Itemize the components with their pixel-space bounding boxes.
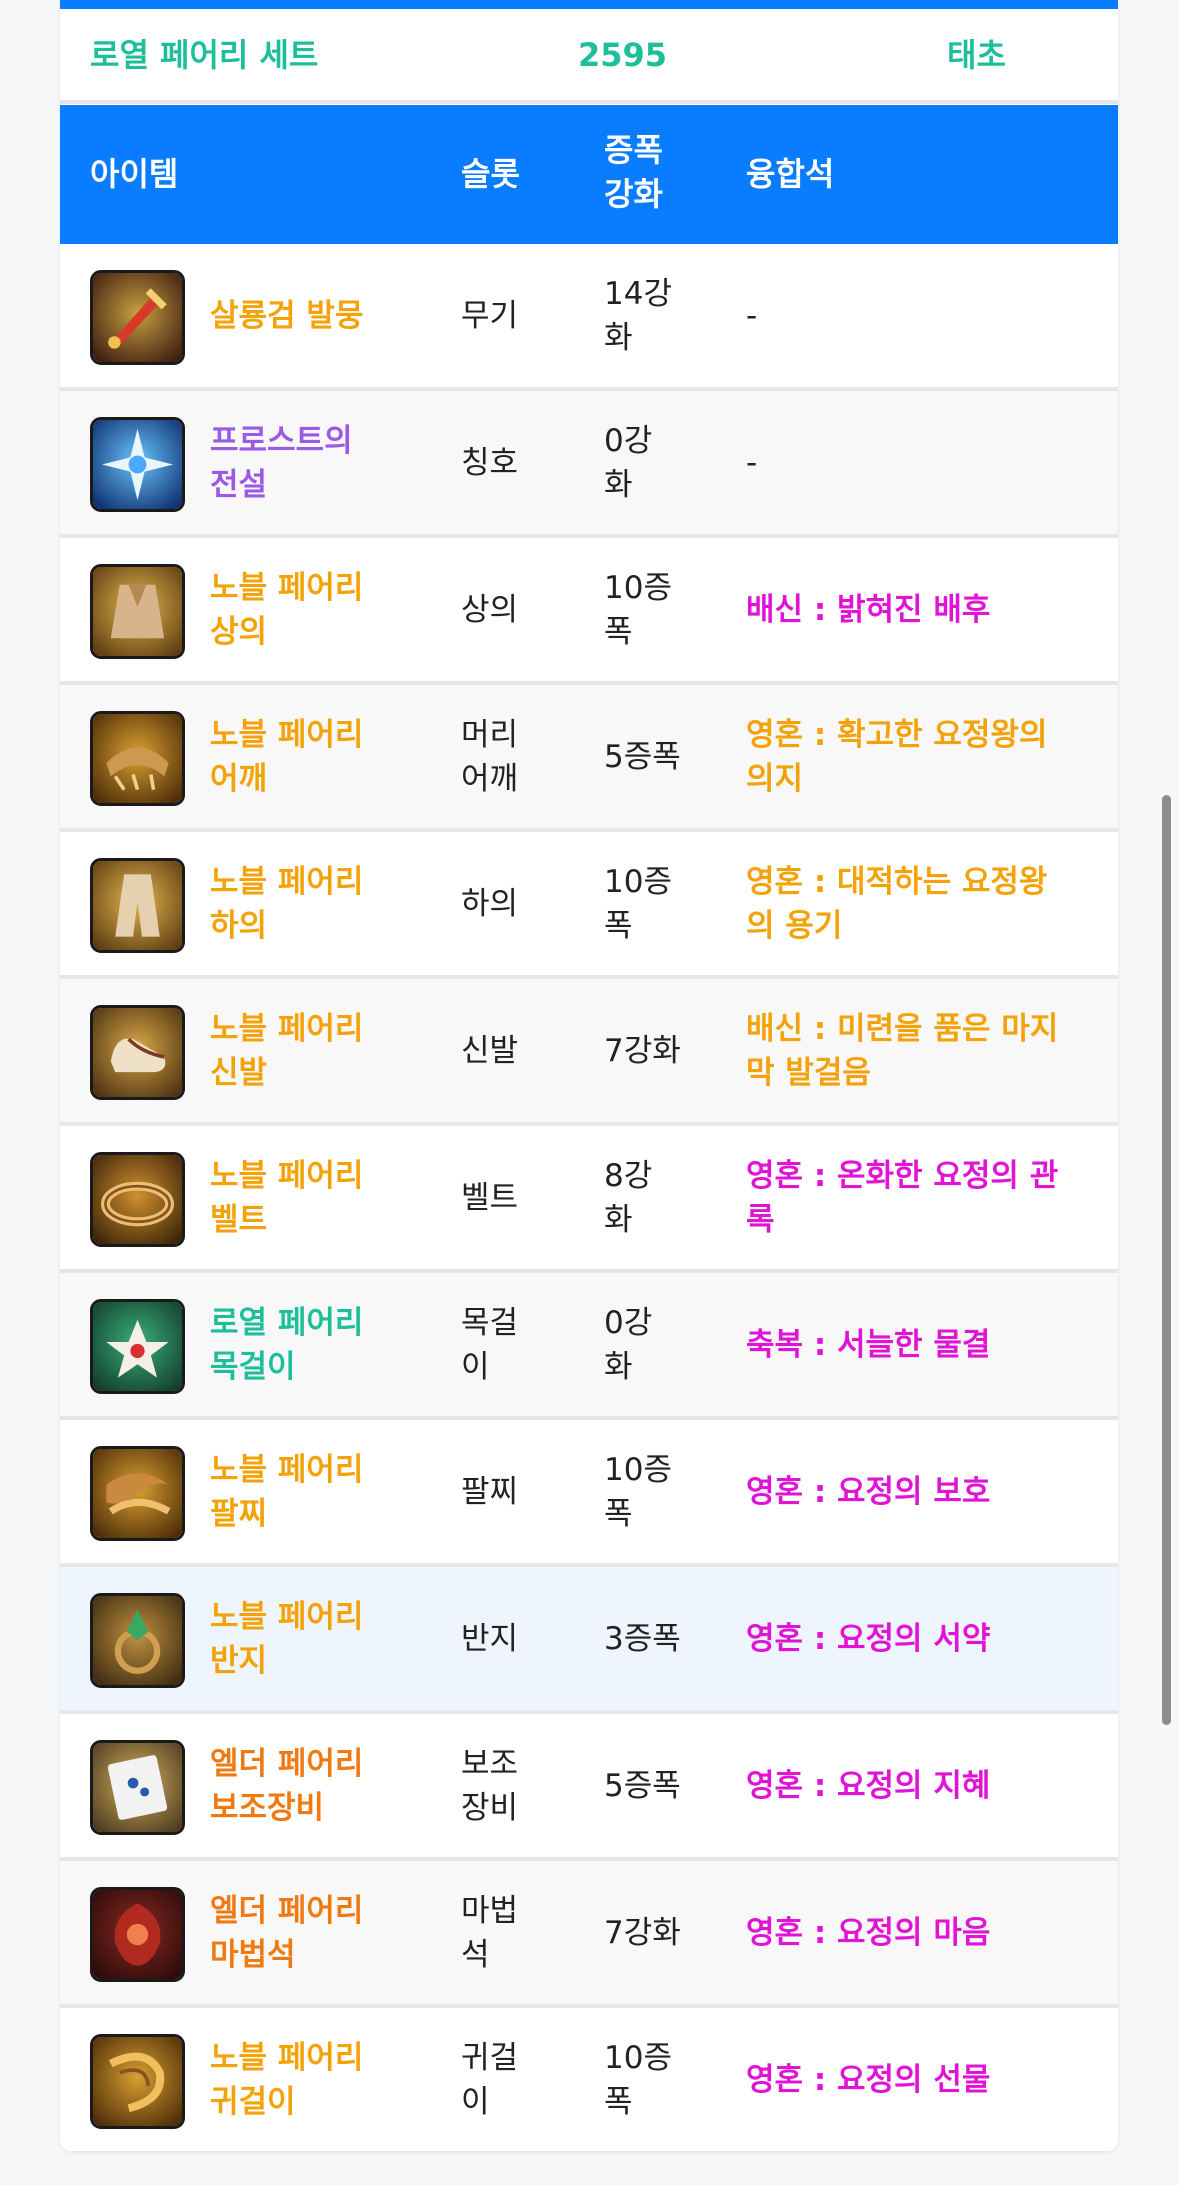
table-row[interactable]: 노블 페어리 팔찌 팔찌 10증 폭 영혼 : 요정의 보호	[60, 1420, 1118, 1567]
item-name[interactable]: 엘더 페어리 보조장비	[210, 1742, 400, 1830]
item-name[interactable]: 노블 페어리 신발	[210, 1007, 400, 1095]
top-armor-icon	[90, 564, 185, 659]
item-amp: 0강 화	[604, 1304, 653, 1385]
item-fusion: 영혼 : 온화한 요정의 관록	[746, 1157, 1059, 1238]
table-row[interactable]: 로열 페어리 목걸이 목걸 이 0강 화 축복 : 서늘한 물결	[60, 1273, 1118, 1420]
item-name[interactable]: 프로스트의 전설	[210, 419, 400, 507]
item-fusion: -	[746, 297, 758, 334]
support-gear-icon	[90, 1740, 185, 1835]
sword-icon	[90, 270, 185, 365]
bottom-armor-icon	[90, 858, 185, 953]
item-slot: 마법 석	[461, 1892, 519, 1973]
item-slot: 머리 어깨	[461, 716, 519, 797]
set-name: 로열 페어리 세트	[90, 36, 319, 74]
necklace-icon	[90, 1299, 185, 1394]
item-amp: 7강화	[604, 1914, 681, 1951]
item-slot: 벨트	[461, 1179, 519, 1216]
item-name[interactable]: 노블 페어리 상의	[210, 566, 400, 654]
item-slot: 보조 장비	[461, 1745, 519, 1826]
item-amp: 10증 폭	[604, 569, 672, 650]
set-score: 2595	[578, 36, 668, 74]
item-fusion: 영혼 : 요정의 선물	[746, 2061, 991, 2098]
shoulder-armor-icon	[90, 711, 185, 806]
item-name[interactable]: 살룡검 발뭉	[210, 294, 400, 338]
item-fusion: -	[746, 444, 758, 481]
table-row[interactable]: 노블 페어리 벨트 벨트 8강 화 영혼 : 온화한 요정의 관록	[60, 1126, 1118, 1273]
item-amp: 10증 폭	[604, 863, 672, 944]
item-fusion: 영혼 : 요정의 지혜	[746, 1767, 991, 1804]
item-amp: 5증폭	[604, 738, 681, 775]
header-item: 아이템	[90, 155, 179, 193]
earring-icon	[90, 2034, 185, 2129]
item-slot: 반지	[461, 1620, 519, 1657]
table-row[interactable]: 노블 페어리 하의 하의 10증 폭 영혼 : 대적하는 요정왕 의 용기	[60, 832, 1118, 979]
set-grade: 태초	[947, 36, 1006, 74]
item-name[interactable]: 엘더 페어리 마법석	[210, 1889, 400, 1977]
item-slot: 상의	[461, 591, 519, 628]
item-name[interactable]: 로열 페어리 목걸이	[210, 1301, 400, 1389]
magic-stone-icon	[90, 1887, 185, 1982]
item-amp: 5증폭	[604, 1767, 681, 1804]
item-amp: 3증폭	[604, 1620, 681, 1657]
item-fusion: 축복 : 서늘한 물결	[746, 1326, 991, 1363]
item-amp: 14강 화	[604, 275, 672, 356]
table-row[interactable]: 노블 페어리 신발 신발 7강화 배신 : 미련을 품은 마지 막 발걸음	[60, 979, 1118, 1126]
item-amp: 10증 폭	[604, 2039, 672, 2120]
frost-title-icon	[90, 417, 185, 512]
item-slot: 신발	[461, 1032, 519, 1069]
item-fusion: 배신 : 밝혀진 배후	[746, 591, 991, 628]
item-slot: 하의	[461, 885, 519, 922]
header-slot: 슬롯	[461, 155, 520, 193]
shoes-icon	[90, 1005, 185, 1100]
table-row[interactable]: 엘더 페어리 보조장비 보조 장비 5증폭 영혼 : 요정의 지혜	[60, 1714, 1118, 1861]
item-slot: 목걸 이	[461, 1304, 519, 1385]
item-name[interactable]: 노블 페어리 벨트	[210, 1154, 400, 1242]
item-amp: 10증 폭	[604, 1451, 672, 1532]
item-slot: 칭호	[461, 444, 519, 481]
top-accent-bar	[60, 0, 1118, 9]
item-slot: 귀걸 이	[461, 2039, 519, 2120]
item-fusion: 영혼 : 요정의 마음	[746, 1914, 991, 1951]
item-fusion: 영혼 : 대적하는 요정왕 의 용기	[746, 863, 1048, 944]
scrollbar[interactable]	[1162, 795, 1171, 1725]
ring-icon	[90, 1593, 185, 1688]
item-name[interactable]: 노블 페어리 반지	[210, 1595, 400, 1683]
item-fusion: 영혼 : 확고한 요정왕의 의지	[746, 716, 1048, 797]
table-header: 아이템 슬롯 증폭 강화 융합석	[60, 105, 1118, 244]
belt-icon	[90, 1152, 185, 1247]
table-row[interactable]: 엘더 페어리 마법석 마법 석 7강화 영혼 : 요정의 마음	[60, 1861, 1118, 2008]
item-fusion: 영혼 : 요정의 서약	[746, 1620, 991, 1657]
item-slot: 무기	[461, 297, 519, 334]
item-name[interactable]: 노블 페어리 하의	[210, 860, 400, 948]
table-row[interactable]: 노블 페어리 반지 반지 3증폭 영혼 : 요정의 서약	[60, 1567, 1118, 1714]
equipment-table-card: 로열 페어리 세트 2595 태초 아이템 슬롯 증폭 강화 융합석 살룡검 발뭉…	[60, 0, 1118, 2152]
item-name[interactable]: 노블 페어리 어깨	[210, 713, 400, 801]
item-name[interactable]: 노블 페어리 팔찌	[210, 1448, 400, 1536]
table-row[interactable]: 노블 페어리 어깨 머리 어깨 5증폭 영혼 : 확고한 요정왕의 의지	[60, 685, 1118, 832]
item-amp: 0강 화	[604, 422, 653, 503]
item-name[interactable]: 노블 페어리 귀걸이	[210, 2036, 400, 2124]
item-amp: 8강 화	[604, 1157, 653, 1238]
table-row[interactable]: 노블 페어리 귀걸이 귀걸 이 10증 폭 영혼 : 요정의 선물	[60, 2008, 1118, 2152]
table-row[interactable]: 프로스트의 전설 칭호 0강 화 -	[60, 391, 1118, 538]
item-fusion: 배신 : 미련을 품은 마지 막 발걸음	[746, 1010, 1059, 1091]
bracelet-icon	[90, 1446, 185, 1541]
item-amp: 7강화	[604, 1032, 681, 1069]
set-summary-row: 로열 페어리 세트 2595 태초	[60, 9, 1118, 104]
equipment-rows: 살룡검 발뭉 무기 14강 화 - 프로스트의 전설 칭호 0강 화 - 노블 페어리 상의 상의 10증 폭…	[60, 244, 1118, 2152]
item-fusion: 영혼 : 요정의 보호	[746, 1473, 991, 1510]
header-fusion: 융합석	[746, 155, 835, 193]
table-row[interactable]: 노블 페어리 상의 상의 10증 폭 배신 : 밝혀진 배후	[60, 538, 1118, 685]
table-row[interactable]: 살룡검 발뭉 무기 14강 화 -	[60, 244, 1118, 391]
header-amp: 증폭 강화	[604, 131, 663, 213]
item-slot: 팔찌	[461, 1473, 519, 1510]
